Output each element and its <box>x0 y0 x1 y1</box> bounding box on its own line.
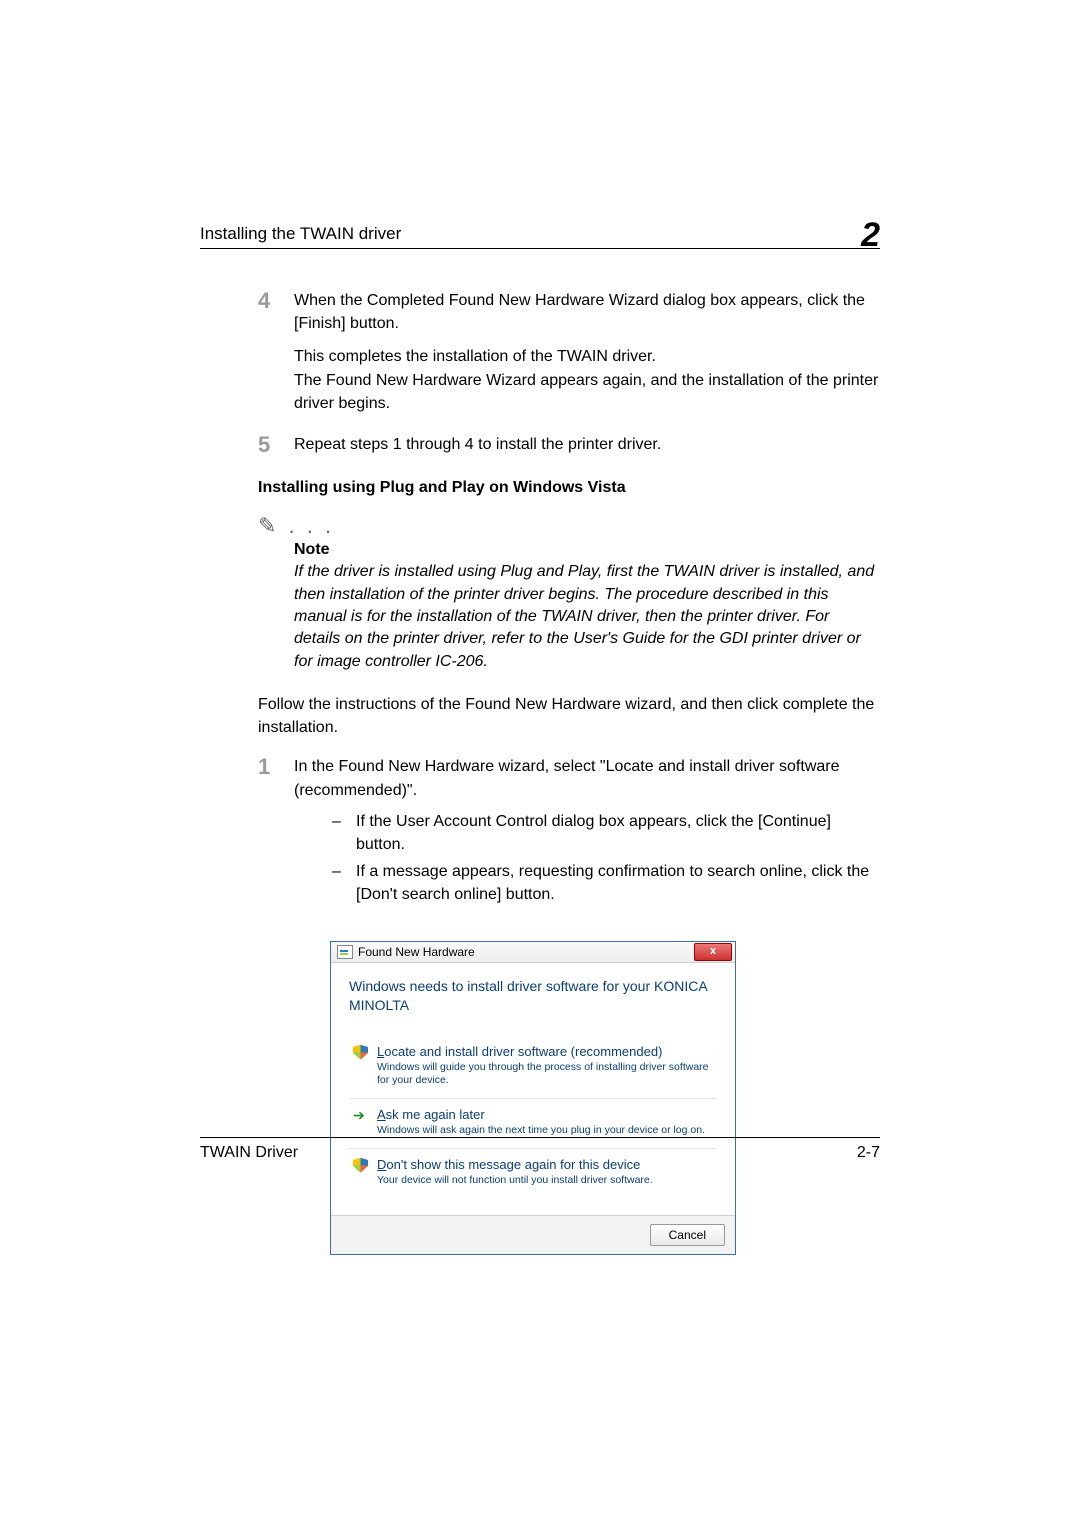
option-desc: Windows will guide you through the proce… <box>377 1061 711 1088</box>
close-button[interactable]: x <box>694 943 732 961</box>
dialog-footer: Cancel <box>331 1215 735 1254</box>
step-1-text: In the Found New Hardware wizard, select… <box>294 755 880 801</box>
step-1-sub-b: If a message appears, requesting confirm… <box>356 860 880 906</box>
step-number: 4 <box>258 289 294 313</box>
header-title: Installing the TWAIN driver <box>200 224 401 244</box>
intro-paragraph: Follow the instructions of the Found New… <box>258 693 880 739</box>
found-new-hardware-dialog: Found New Hardware x Windows needs to in… <box>330 941 736 1256</box>
note-label: Note <box>294 541 880 559</box>
cancel-button[interactable]: Cancel <box>650 1224 725 1246</box>
step-4-sub-line2: The Found New Hardware Wizard appears ag… <box>294 369 880 415</box>
chapter-number: 2 <box>861 218 880 252</box>
arrow-icon: ➔ <box>353 1108 368 1123</box>
step-body: In the Found New Hardware wizard, select… <box>294 755 880 910</box>
option-title-rest: ocate and install driver software (recom… <box>384 1044 662 1059</box>
step-1: 1 In the Found New Hardware wizard, sele… <box>258 755 880 910</box>
note-text: If the driver is installed using Plug an… <box>294 561 880 673</box>
step-1-sublist: If the User Account Control dialog box a… <box>330 810 880 907</box>
step-number: 1 <box>258 755 294 779</box>
document-page: Installing the TWAIN driver 2 4 When the… <box>0 0 1080 1527</box>
step-5: 5 Repeat steps 1 through 4 to install th… <box>258 433 880 457</box>
option-title-rest: sk me again later <box>386 1107 485 1122</box>
page-content: 4 When the Completed Found New Hardware … <box>200 249 880 1255</box>
dialog-heading-line1: Windows needs to install driver software… <box>349 977 717 997</box>
note-icon: ✎ . . . <box>258 513 880 541</box>
dialog-heading-line2: MINOLTA <box>349 996 717 1016</box>
note-block: ✎ . . . Note If the driver is installed … <box>258 513 880 673</box>
page-footer: TWAIN Driver 2-7 <box>200 1137 880 1162</box>
step-number: 5 <box>258 433 294 457</box>
page-header: Installing the TWAIN driver 2 <box>200 210 880 249</box>
dialog-title-text: Found New Hardware <box>358 945 475 959</box>
step-4-sub: This completes the installation of the T… <box>294 345 880 415</box>
footer-left: TWAIN Driver <box>200 1144 298 1162</box>
dialog-screenshot: Found New Hardware x Windows needs to in… <box>330 941 880 1256</box>
section-heading: Installing using Plug and Play on Window… <box>258 479 880 497</box>
step-1-sub-a: If the User Account Control dialog box a… <box>356 810 880 856</box>
step-4: 4 When the Completed Found New Hardware … <box>258 289 880 335</box>
option-desc: Your device will not function until you … <box>377 1174 711 1188</box>
shield-icon <box>353 1045 368 1060</box>
dialog-titlebar: Found New Hardware x <box>331 942 735 963</box>
option-desc: Windows will ask again the next time you… <box>377 1124 711 1138</box>
option-title: Locate and install driver software (reco… <box>377 1044 711 1059</box>
option-locate-install[interactable]: Locate and install driver software (reco… <box>349 1036 717 1098</box>
step-body: When the Completed Found New Hardware Wi… <box>294 289 880 335</box>
window-icon <box>337 945 353 959</box>
step-4-sub-line1: This completes the installation of the T… <box>294 345 880 368</box>
dialog-heading: Windows needs to install driver software… <box>349 977 717 1016</box>
dialog-body: Windows needs to install driver software… <box>331 963 735 1216</box>
step-body: Repeat steps 1 through 4 to install the … <box>294 433 661 456</box>
option-title: Ask me again later <box>377 1107 711 1122</box>
mnemonic-char: A <box>377 1107 386 1122</box>
footer-right: 2-7 <box>857 1144 880 1162</box>
